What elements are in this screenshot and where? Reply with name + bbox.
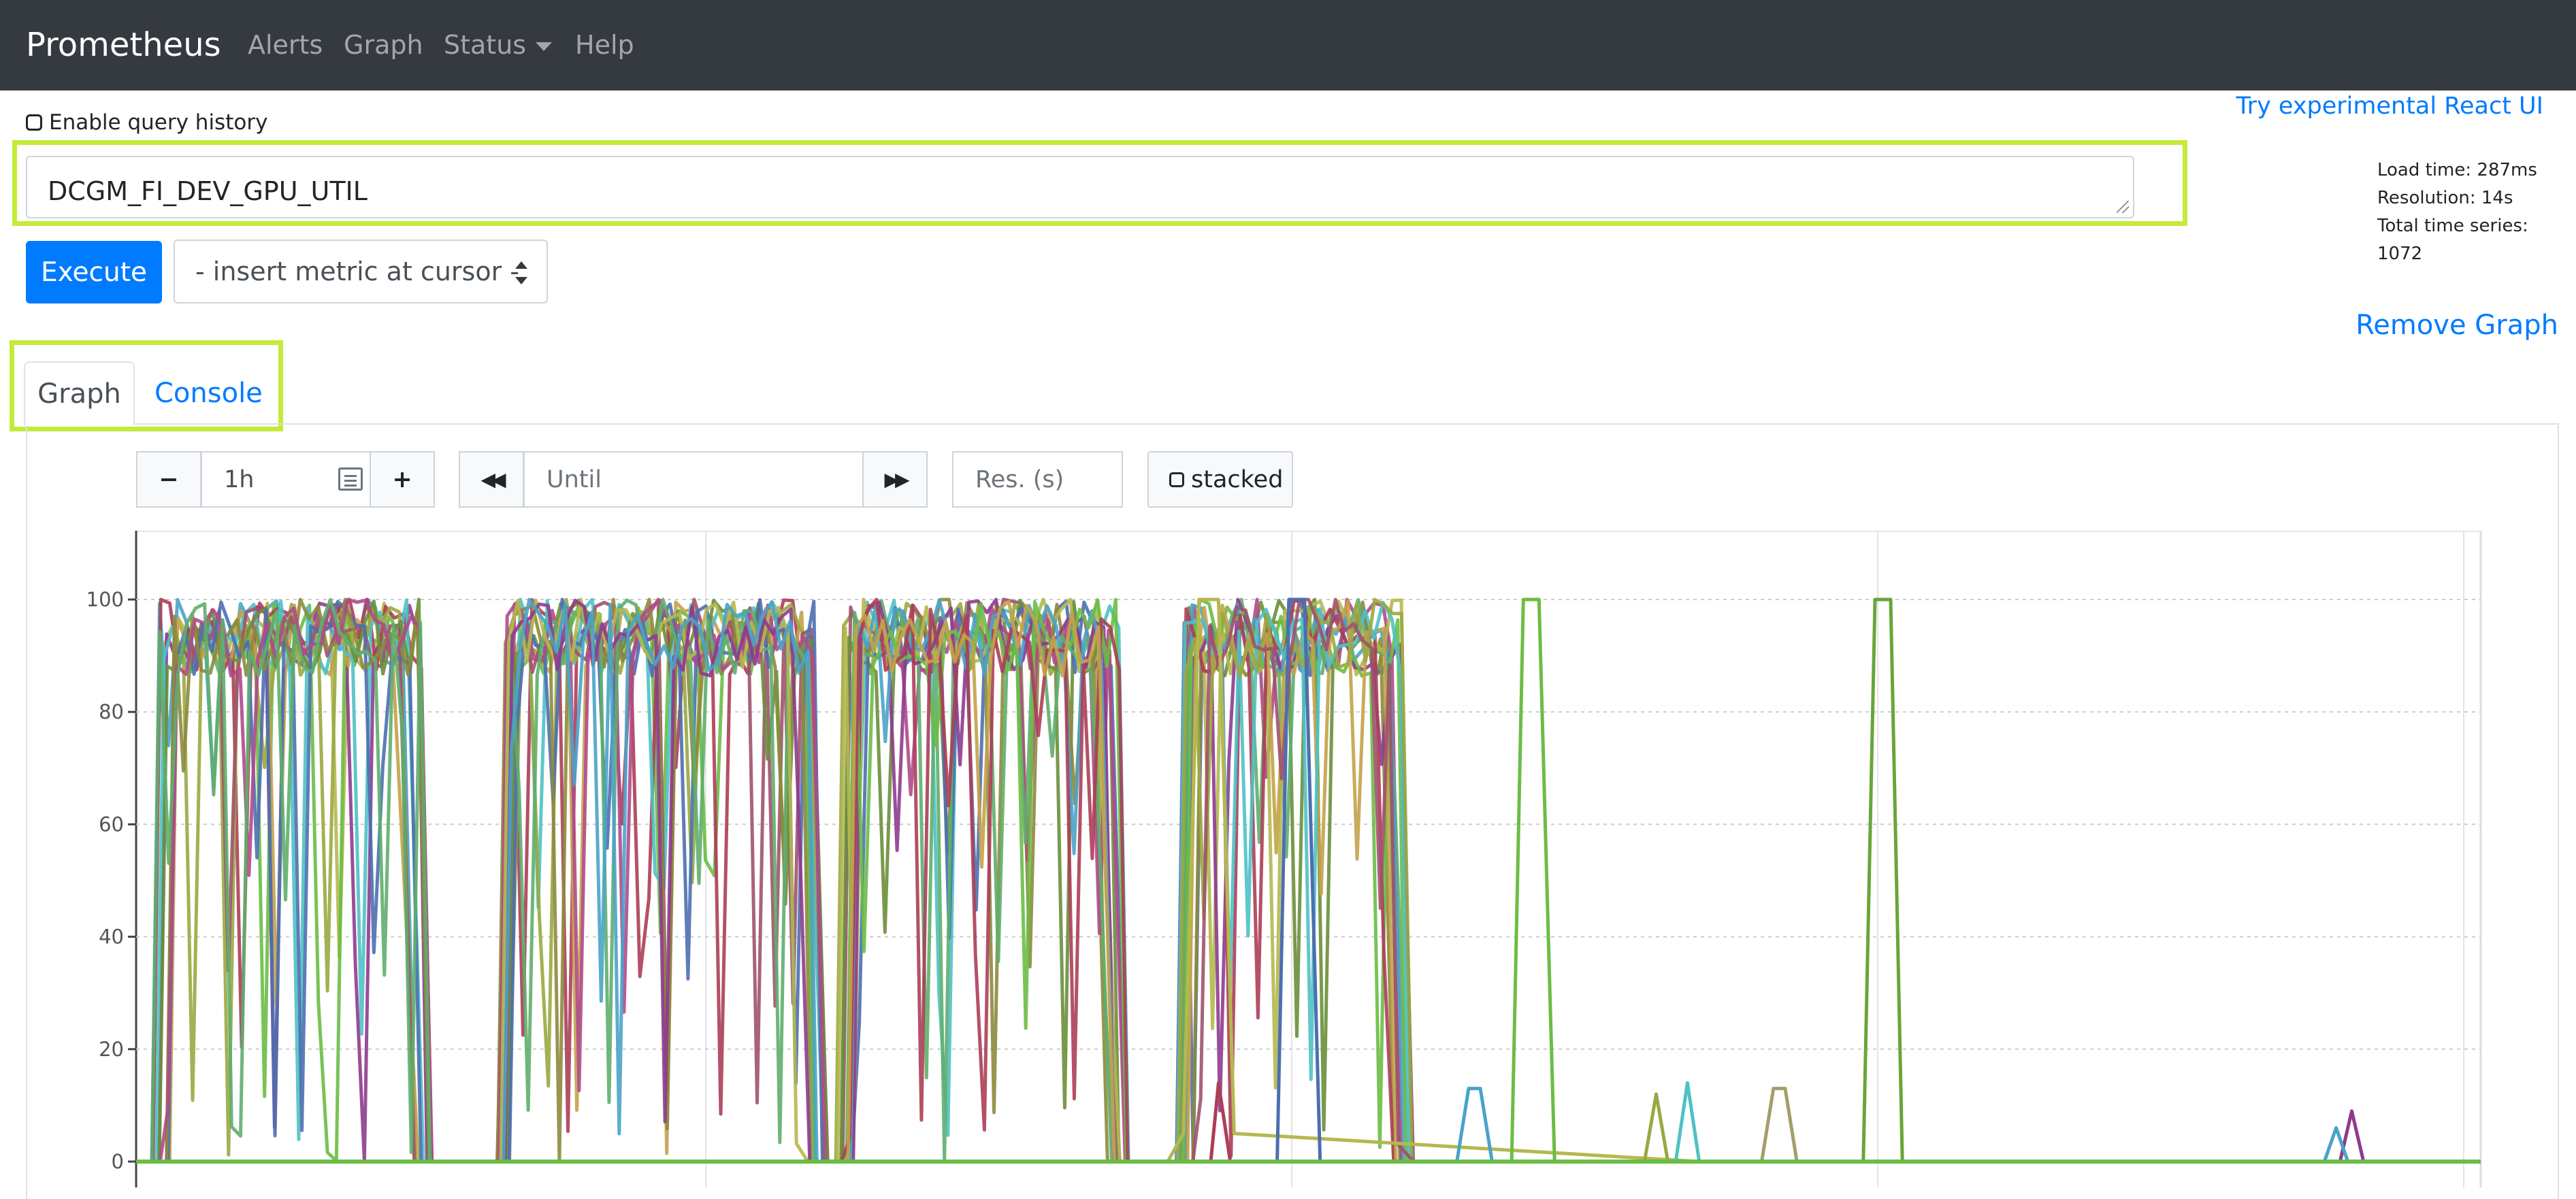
spike-series-line: [136, 1092, 2481, 1164]
spike-series-line: [136, 1081, 2481, 1164]
navbar: Prometheus Alerts Graph Status Help: [0, 0, 2576, 91]
nav-status-label: Status: [444, 30, 527, 60]
expression-input[interactable]: DCGM_FI_DEV_GPU_UTIL: [26, 156, 2134, 218]
select-arrows-icon: [515, 261, 527, 284]
nav-alerts[interactable]: Alerts: [248, 29, 323, 61]
resolution: Resolution: 14s: [2377, 188, 2513, 208]
spike-series-line: [136, 1126, 2481, 1164]
nav-graph[interactable]: Graph: [344, 29, 423, 61]
spike-series-line: [136, 1081, 2481, 1164]
tab-console[interactable]: Console: [140, 361, 263, 425]
load-time: Load time: 287ms: [2377, 160, 2537, 180]
range-decrease-button[interactable]: −: [136, 451, 201, 508]
query-history-checkbox[interactable]: [26, 114, 42, 131]
react-ui-link[interactable]: Try experimental React UI: [2236, 93, 2543, 120]
stacked-label: stacked: [1191, 465, 1284, 493]
y-tick-label: 0: [112, 1150, 124, 1173]
execute-button[interactable]: Execute: [26, 241, 162, 303]
total-series: Total time series: 1072: [2377, 216, 2528, 264]
range-input[interactable]: 1h: [201, 451, 371, 508]
remove-graph-link[interactable]: Remove Graph: [2355, 310, 2558, 341]
range-value: 1h: [224, 465, 255, 493]
query-history-label: Enable query history: [49, 110, 268, 135]
resize-grip-icon[interactable]: [2117, 201, 2129, 213]
y-tick-label: 20: [99, 1038, 124, 1061]
graph-chart[interactable]: 0 20 40 60 80 100: [0, 531, 2576, 1187]
query-history-toggle[interactable]: Enable query history: [26, 109, 267, 136]
tab-graph[interactable]: Graph: [24, 361, 135, 425]
y-tick-label: 40: [99, 925, 124, 949]
time-back-button[interactable]: ◀◀: [459, 451, 524, 508]
y-tick-label: 60: [99, 812, 124, 836]
spike-series-line: [136, 1087, 2481, 1164]
resolution-input[interactable]: Res. (s): [952, 451, 1123, 508]
nav-help[interactable]: Help: [575, 29, 634, 61]
range-increase-button[interactable]: +: [370, 451, 435, 508]
caret-down-icon: [536, 42, 553, 51]
range-picker-icon[interactable]: [338, 467, 363, 491]
spike-series-line: [136, 1087, 2481, 1164]
expression-value: DCGM_FI_DEV_GPU_UTIL: [48, 176, 368, 206]
metric-select[interactable]: - insert metric at cursor -: [174, 240, 548, 303]
until-input[interactable]: Until: [523, 451, 864, 508]
metric-select-value: - insert metric at cursor -: [195, 257, 519, 286]
query-stats: Load time: 287ms Resolution: 14s Total t…: [2377, 157, 2576, 268]
y-tick-label: 100: [86, 588, 124, 611]
time-forward-button[interactable]: ▶▶: [862, 451, 928, 508]
brand-logo[interactable]: Prometheus: [26, 26, 221, 64]
stacked-toggle[interactable]: stacked: [1147, 451, 1293, 508]
stacked-checkbox-icon: [1169, 472, 1184, 487]
y-tick-label: 80: [99, 700, 124, 723]
nav-status[interactable]: Status: [444, 29, 553, 61]
